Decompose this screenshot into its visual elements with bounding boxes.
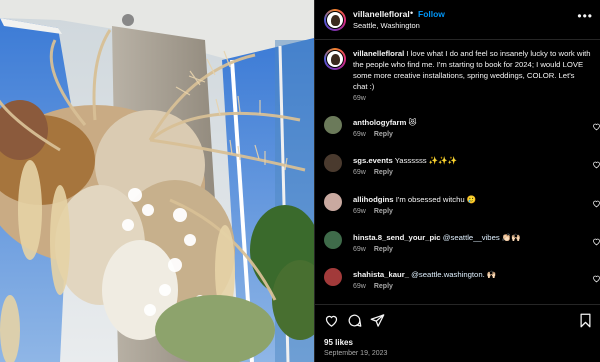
heart-icon[interactable] — [324, 313, 339, 328]
author-avatar[interactable] — [324, 9, 346, 31]
action-bar: 95 likes September 19, 2023 — [315, 304, 600, 362]
comment-time[interactable]: 69w — [353, 131, 366, 138]
comment: sgs.events Yassssss ✨✨✨ 69w Reply — [324, 154, 600, 184]
comment-time[interactable]: 69w — [353, 169, 366, 176]
comment-like-icon[interactable] — [592, 274, 600, 283]
commenter-avatar[interactable] — [324, 231, 342, 249]
reply-button[interactable]: Reply — [374, 246, 393, 253]
comment-time[interactable]: 69w — [353, 246, 366, 253]
reply-button[interactable]: Reply — [374, 169, 393, 176]
commenter-avatar[interactable] — [324, 154, 342, 172]
comment-text: 👏🏻🙌🏻 — [499, 233, 521, 242]
caption-text: villanellefloral I love what I do and fe… — [353, 48, 591, 92]
post-date[interactable]: September 19, 2023 — [324, 350, 387, 357]
comment-mention[interactable]: @seattle.washington. — [411, 270, 485, 279]
comment-like-icon[interactable] — [592, 237, 600, 246]
caption-time[interactable]: 69w — [353, 95, 366, 102]
bookmark-icon[interactable] — [578, 313, 593, 328]
commenter-avatar[interactable] — [324, 193, 342, 211]
reply-button[interactable]: Reply — [374, 131, 393, 138]
comment-icon[interactable] — [347, 313, 362, 328]
separator-dot: • — [410, 8, 414, 18]
commenter-username[interactable]: allihodgins — [353, 195, 394, 204]
comment-like-icon[interactable] — [592, 199, 600, 208]
post-sidebar: villanellefloral • Follow Seattle, Washi… — [314, 0, 600, 362]
comment-text: 😻 — [408, 118, 417, 127]
comment-time[interactable]: 69w — [353, 208, 366, 215]
comment-text: 🙌🏻 — [484, 270, 497, 279]
reply-button[interactable]: Reply — [374, 208, 393, 215]
comment: hinsta.8_send_your_pic @seattle__vibes 👏… — [324, 231, 600, 261]
comment-text: Yassssss ✨✨✨ — [394, 156, 458, 165]
caption-username[interactable]: villanellefloral — [353, 49, 404, 58]
more-options-icon[interactable]: ••• — [577, 9, 593, 23]
author-username[interactable]: villanellefloral — [353, 9, 410, 19]
post-image[interactable] — [0, 0, 314, 362]
like-count[interactable]: 95 likes — [324, 338, 353, 347]
follow-button[interactable]: Follow — [418, 9, 445, 19]
comment-mention[interactable]: @seattle__vibes — [443, 233, 500, 242]
location-link[interactable]: Seattle, Washington — [353, 21, 420, 30]
comment-text: I'm obsessed witchu 🥲 — [395, 195, 477, 204]
comment: shahista_kaur_ @seattle.washington. 🙌🏻 6… — [324, 268, 600, 298]
comment: allihodgins I'm obsessed witchu 🥲 69w Rep… — [324, 193, 600, 223]
comment-like-icon[interactable] — [592, 122, 600, 131]
comment-time[interactable]: 69w — [353, 283, 366, 290]
commenter-avatar[interactable] — [324, 268, 342, 286]
commenter-avatar[interactable] — [324, 116, 342, 134]
commenter-username[interactable]: anthologyfarm — [353, 118, 406, 127]
comment-like-icon[interactable] — [592, 160, 600, 169]
share-icon[interactable] — [370, 313, 385, 328]
commenter-username[interactable]: sgs.events — [353, 156, 393, 165]
comment: anthologyfarm 😻 69w Reply — [324, 116, 600, 146]
post-header: villanellefloral • Follow Seattle, Washi… — [315, 0, 600, 40]
commenter-username[interactable]: hinsta.8_send_your_pic — [353, 233, 441, 242]
commenter-username[interactable]: shahista_kaur_ — [353, 270, 409, 279]
caption-avatar[interactable] — [324, 48, 346, 70]
reply-button[interactable]: Reply — [374, 283, 393, 290]
